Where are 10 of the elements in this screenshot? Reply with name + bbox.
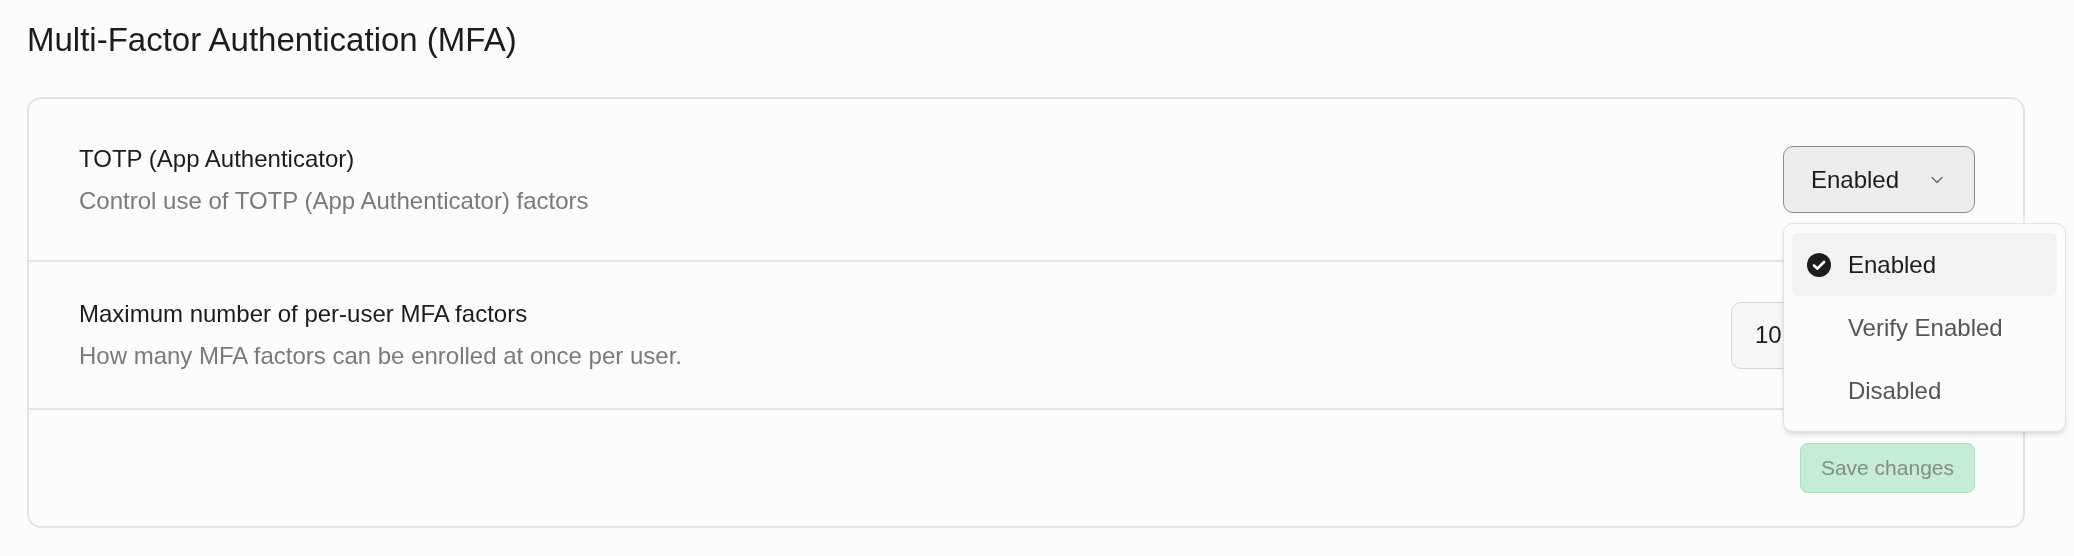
page-title: Multi-Factor Authentication (MFA) (27, 20, 517, 60)
setting-description: How many MFA factors can be enrolled at once per user. (79, 341, 682, 371)
select-dropdown[interactable]: Enabled (1782, 146, 1975, 213)
setting-label: Maximum number of per-user MFA factors (79, 299, 528, 329)
dropdown-option[interactable]: Enabled (1791, 233, 2057, 296)
dropdown-option[interactable]: Verify Enabled (1791, 296, 2057, 359)
setting-description: Control use of TOTP (App Authenticator) factors (79, 185, 589, 216)
dropdown-option[interactable]: Disabled (1791, 359, 2057, 422)
check-icon (1806, 252, 1831, 277)
setting-label: TOTP (App Authenticator) (79, 143, 355, 174)
